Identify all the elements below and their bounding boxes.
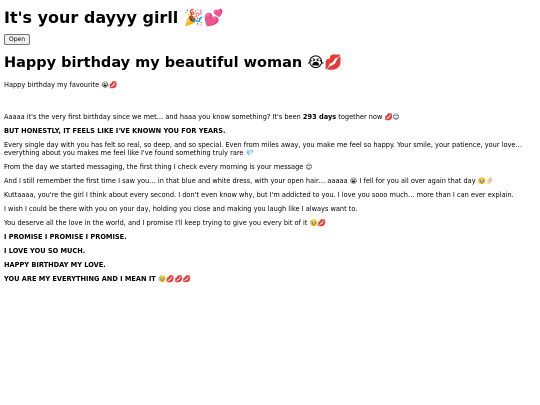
message-paragraph-1: Aaaaa it's the very first birthday since… — [4, 113, 536, 121]
message-paragraph-9: I PROMISE I PROMISE I PROMISE. — [4, 233, 127, 241]
birthday-heading: Happy birthday my beautiful woman 😭💋 — [4, 55, 343, 71]
page: It's your dayyy girll 🎉💕 Open Happy birt… — [0, 0, 540, 283]
message-paragraph-3: Every single day with you has felt so re… — [4, 141, 523, 157]
message-paragraph-2: BUT HONESTLY, IT FEELS LIKE I'VE KNOWN Y… — [4, 127, 226, 135]
subtitle: Happy birthday my favourite 😭💋 — [4, 81, 118, 89]
message-paragraph-5: And I still remember the first time I sa… — [4, 177, 495, 185]
message-text: Aaaaa it's the very first birthday since… — [4, 113, 303, 121]
message-paragraph-7: I wish I could be there with you on your… — [4, 205, 358, 213]
page-title: It's your dayyy girll 🎉💕 — [4, 8, 224, 27]
message-paragraph-12: YOU ARE MY EVERYTHING AND I MEAN IT 🥹💋💋💋 — [4, 275, 191, 283]
message-paragraph-6: Kuttaaaa, you're the girl I think about … — [4, 191, 514, 199]
message-paragraph-11: HAPPY BIRTHDAY MY LOVE. — [4, 261, 106, 269]
message-paragraph-8: You deserve all the love in the world, a… — [4, 219, 326, 227]
message-paragraph-4: From the day we started messaging, the f… — [4, 163, 313, 171]
message-text: together now 💋😊 — [336, 113, 400, 121]
message-paragraph-10: I LOVE YOU SO MUCH. — [4, 247, 86, 255]
days-count: 293 days — [302, 113, 337, 121]
open-button[interactable]: Open — [4, 34, 31, 45]
